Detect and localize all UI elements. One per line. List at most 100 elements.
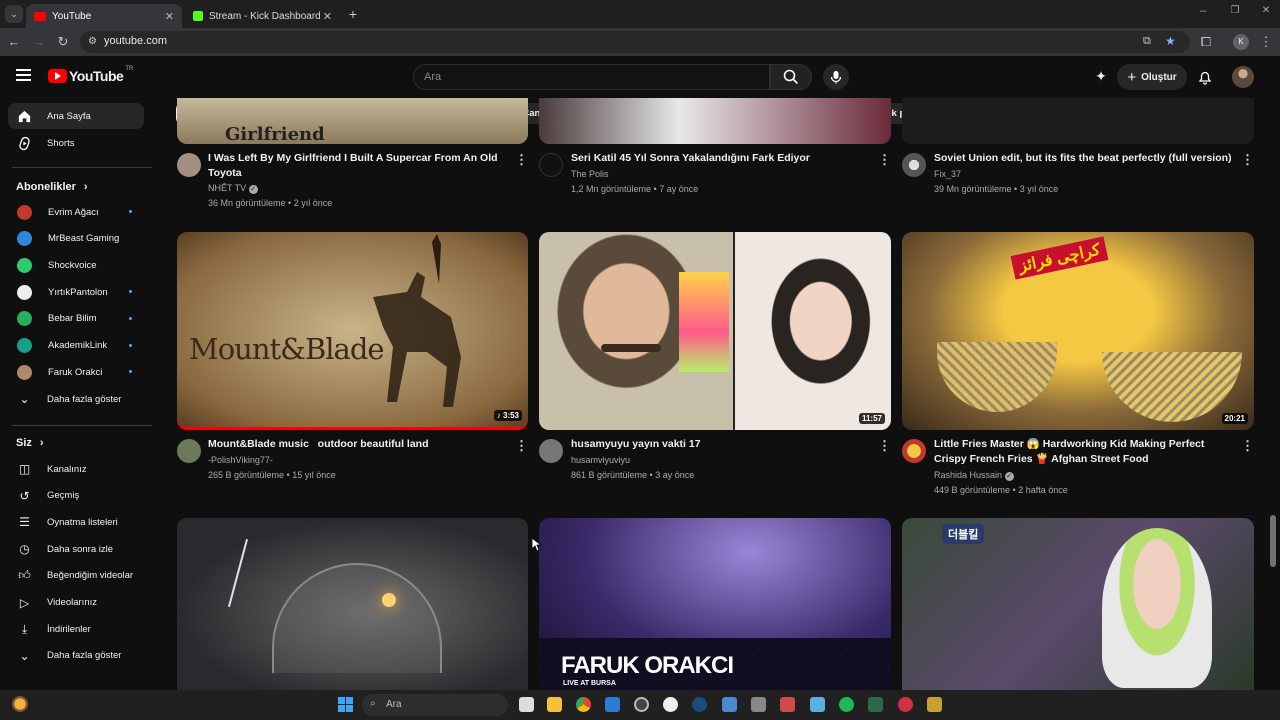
- page-scrollbar[interactable]: [1270, 515, 1276, 567]
- channel-avatar[interactable]: [177, 439, 201, 463]
- maximize-button[interactable]: ❐: [1227, 5, 1243, 16]
- address-bar[interactable]: ⚙ youtube.com ⧉ ★: [80, 31, 1190, 53]
- tab-search-button[interactable]: ⌄: [5, 5, 23, 23]
- app-icon[interactable]: [898, 697, 913, 712]
- sidebar-item-download[interactable]: ⤓ İndirilenler: [8, 616, 144, 642]
- close-window-button[interactable]: ✕: [1258, 5, 1274, 16]
- channel-name[interactable]: NHẾT TV ✓: [208, 183, 258, 194]
- channel-name[interactable]: Fix_37: [934, 169, 961, 179]
- channel-name[interactable]: The Polis: [571, 169, 609, 179]
- sidebar-item-home[interactable]: Ana Sayfa: [8, 103, 144, 129]
- video-thumbnail[interactable]: Girlfriend: [177, 98, 528, 144]
- app-icon[interactable]: [927, 697, 942, 712]
- video-thumbnail[interactable]: 11:57: [539, 232, 891, 430]
- cast-icon[interactable]: ✦: [1093, 68, 1109, 84]
- video-title[interactable]: Mount&Blade music outdoor beautiful land: [208, 437, 498, 452]
- install-icon[interactable]: ⧉: [1143, 35, 1151, 48]
- video-title[interactable]: I Was Left By My Girlfriend I Built A Su…: [208, 151, 498, 181]
- new-tab-button[interactable]: +: [345, 6, 361, 22]
- channel-avatar[interactable]: [539, 153, 563, 177]
- channel-name[interactable]: -PolishViking77-: [208, 455, 273, 465]
- sidebar-item-subs-more[interactable]: ⌄ Daha fazla göster: [8, 386, 144, 412]
- app-icon[interactable]: [663, 697, 678, 712]
- sidebar-item-clock[interactable]: ◷ Daha sonra izle: [8, 536, 144, 562]
- more-options-icon[interactable]: ⋮: [515, 438, 528, 454]
- start-button[interactable]: [338, 697, 353, 712]
- video-title[interactable]: Little Fries Master 😱 Hardworking Kid Ma…: [934, 437, 1234, 467]
- channel-avatar[interactable]: [902, 439, 926, 463]
- site-info-icon[interactable]: ⚙: [88, 36, 97, 47]
- browser-menu-icon[interactable]: ⋮: [1258, 34, 1274, 50]
- sidebar-item-chevron-down[interactable]: ⌄ Daha fazla göster: [8, 643, 144, 669]
- sidebar-item-shorts[interactable]: Shorts: [8, 130, 144, 156]
- sidebar-item-video[interactable]: ▷ Videolarınız: [8, 590, 144, 616]
- video-thumbnail[interactable]: کراچی فرائز 20:21: [902, 232, 1254, 430]
- back-button[interactable]: ←: [6, 34, 22, 50]
- sidebar-item-like[interactable]: 👍︎ Beğendiğim videolar: [8, 563, 144, 589]
- file-explorer-icon[interactable]: [547, 697, 562, 712]
- app-icon[interactable]: [780, 697, 795, 712]
- sidebar-item-subscription[interactable]: MrBeast Gaming: [8, 226, 144, 252]
- tab-youtube[interactable]: YouTube ✕: [26, 4, 182, 28]
- video-thumbnail[interactable]: Mount&Blade ♪ 3:53: [177, 232, 528, 430]
- video-thumbnail[interactable]: FARUK ORAKCI LIVE AT BURSA: [539, 518, 891, 690]
- chrome-icon[interactable]: [576, 697, 591, 712]
- channel-avatar[interactable]: [539, 439, 563, 463]
- video-thumbnail[interactable]: [902, 98, 1254, 144]
- channel-avatar[interactable]: [177, 153, 201, 177]
- sidebar-item-subscription[interactable]: YırtıkPantolon: [8, 279, 144, 305]
- steam-icon[interactable]: [692, 697, 707, 712]
- notepad-icon[interactable]: [810, 697, 825, 712]
- spotify-icon[interactable]: [839, 697, 854, 712]
- subscriptions-heading[interactable]: Abonelikler ›: [16, 181, 88, 193]
- notifications-bell-icon[interactable]: [1197, 69, 1213, 85]
- channel-avatar[interactable]: [902, 153, 926, 177]
- close-icon[interactable]: ✕: [323, 10, 332, 23]
- sidebar-item-history[interactable]: ↺ Geçmiş: [8, 483, 144, 509]
- search-button[interactable]: [770, 64, 812, 90]
- extensions-icon[interactable]: ⧠: [1198, 34, 1214, 50]
- sidebar-item-subscription[interactable]: Evrim Ağacı: [8, 199, 144, 225]
- sidebar-item-subscription[interactable]: Faruk Orakci: [8, 359, 144, 385]
- close-icon[interactable]: ✕: [165, 10, 174, 23]
- task-view-icon[interactable]: [519, 697, 534, 712]
- weather-icon[interactable]: [12, 696, 28, 712]
- sidebar-item-channel[interactable]: ◫ Kanalınız: [8, 456, 144, 482]
- more-options-icon[interactable]: ⋮: [515, 152, 528, 168]
- video-title[interactable]: Seri Katil 45 Yıl Sonra Yakalandığını Fa…: [571, 151, 861, 166]
- tab-kick-dashboard[interactable]: Stream - Kick Dashboard ✕: [185, 4, 340, 28]
- you-heading[interactable]: Siz ›: [16, 437, 44, 449]
- sidebar-item-subscription[interactable]: Bebar Bilim: [8, 306, 144, 332]
- taskbar-search[interactable]: ⌕ Ara: [362, 694, 508, 716]
- video-thumbnail[interactable]: [539, 98, 891, 144]
- app-icon[interactable]: [751, 697, 766, 712]
- app-icon[interactable]: [868, 697, 883, 712]
- calculator-icon[interactable]: [722, 697, 737, 712]
- menu-icon[interactable]: [16, 69, 31, 81]
- video-thumbnail[interactable]: [177, 518, 528, 690]
- reload-button[interactable]: ↻: [55, 34, 71, 50]
- more-options-icon[interactable]: ⋮: [1241, 152, 1254, 168]
- user-avatar[interactable]: [1232, 66, 1254, 88]
- mail-icon[interactable]: [605, 697, 620, 712]
- youtube-logo[interactable]: YouTube TR: [48, 66, 133, 84]
- video-title[interactable]: Soviet Union edit, but its fits the beat…: [934, 151, 1234, 166]
- channel-name[interactable]: husamviyuviyu: [571, 455, 630, 465]
- minimize-button[interactable]: –: [1195, 5, 1211, 17]
- forward-button[interactable]: →: [31, 34, 47, 50]
- search-input[interactable]: Ara: [413, 64, 770, 90]
- bookmark-star-icon[interactable]: ★: [1165, 34, 1176, 48]
- video-thumbnail[interactable]: 더블킬: [902, 518, 1254, 690]
- more-options-icon[interactable]: ⋮: [1241, 438, 1254, 454]
- obs-icon[interactable]: [634, 697, 649, 712]
- more-options-icon[interactable]: ⋮: [878, 438, 891, 454]
- more-options-icon[interactable]: ⋮: [878, 152, 891, 168]
- video-title[interactable]: husamyuyu yayın vakti 17: [571, 437, 861, 452]
- voice-search-button[interactable]: [823, 64, 849, 90]
- channel-name[interactable]: Rashida Hussain ✓: [934, 470, 1014, 481]
- sidebar-item-subscription[interactable]: AkademikLink: [8, 333, 144, 359]
- profile-avatar[interactable]: K: [1233, 34, 1249, 50]
- sidebar-item-subscription[interactable]: Shockvoice: [8, 252, 144, 278]
- create-button[interactable]: + Oluştur: [1117, 64, 1187, 90]
- sidebar-item-playlist[interactable]: ☰ Oynatma listeleri: [8, 509, 144, 535]
